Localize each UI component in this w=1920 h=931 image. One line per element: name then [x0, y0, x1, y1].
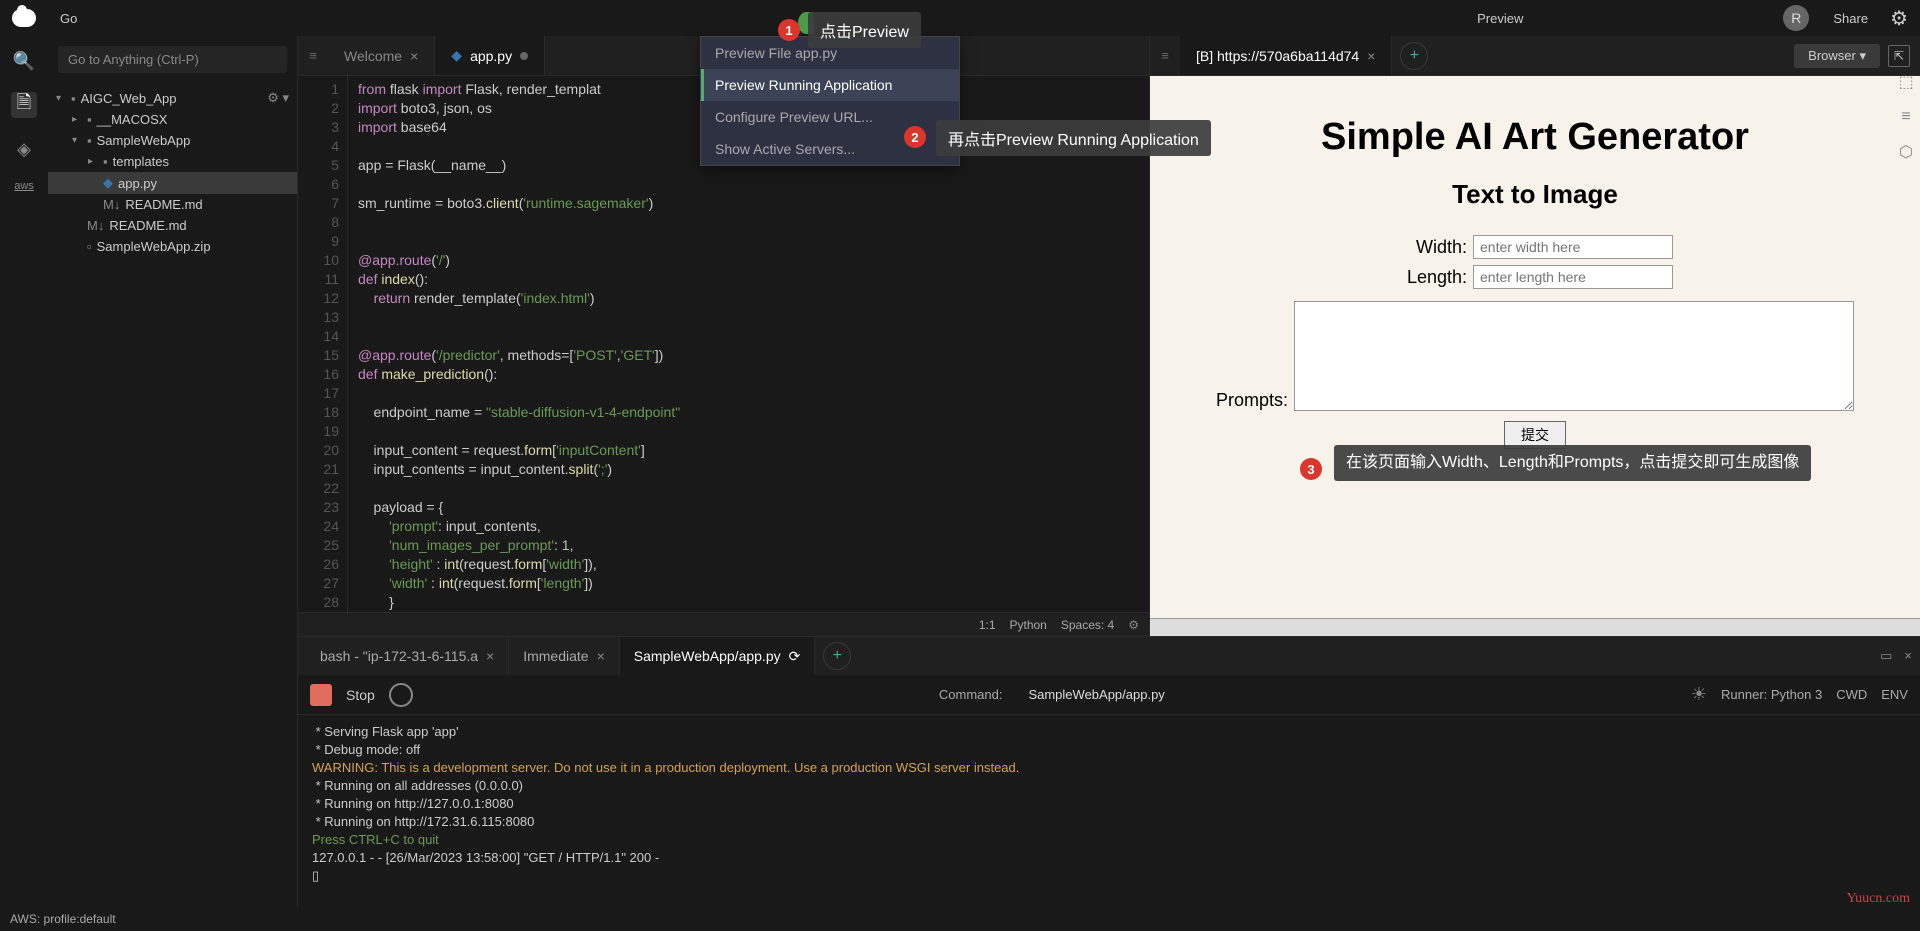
reload-icon[interactable] — [389, 683, 413, 707]
tree-zip[interactable]: ▫SampleWebApp.zip — [48, 236, 297, 257]
terminal-toolbar: Stop Command: SampleWebApp/app.py ☀ Runn… — [298, 675, 1920, 715]
term-tab-app[interactable]: SampleWebApp/app.py⟳ — [620, 637, 816, 675]
tree-templates[interactable]: ▸▪templates — [48, 151, 297, 172]
tab-welcome[interactable]: Welcome× — [328, 36, 435, 75]
new-terminal-button[interactable]: + — [823, 642, 851, 670]
preview-subheading: Text to Image — [1170, 179, 1900, 210]
spinner-icon: ⟳ — [789, 648, 801, 665]
sidebar: Go to Anything (Ctrl-P) ▾▪AIGC_Web_App⚙ … — [48, 36, 298, 907]
modified-icon — [520, 52, 528, 60]
cloud9-logo-icon[interactable] — [12, 9, 36, 27]
tree-readme2[interactable]: M↓README.md — [48, 215, 297, 236]
annotation-2-badge: 2 — [904, 126, 926, 148]
right-rail: ⬚ ≡ ⬡ — [1892, 64, 1920, 162]
annotation-3: 在该页面输入Width、Length和Prompts，点击提交即可生成图像 — [1334, 445, 1811, 481]
language-mode[interactable]: Python — [1010, 618, 1047, 632]
menu-go[interactable]: Go — [48, 5, 118, 32]
annotation-3-badge: 3 — [1300, 458, 1322, 480]
annotation-1: 1 点击Preview — [778, 12, 921, 48]
source-icon[interactable]: ◈ — [11, 136, 37, 162]
preview-pane: Simple AI Art Generator Text to Image Wi… — [1150, 76, 1920, 618]
outline-icon[interactable]: ≡ — [1901, 108, 1910, 126]
tab-list-icon[interactable]: ≡ — [298, 48, 328, 63]
cwd-button[interactable]: CWD — [1836, 687, 1867, 702]
debug-icon[interactable]: ⬡ — [1899, 142, 1913, 162]
tab-list-icon[interactable]: ≡ — [1150, 48, 1180, 63]
tree-apppy[interactable]: ◆app.py — [48, 172, 297, 194]
terminal-tabs: bash - "ip-172-31-6-115.a× Immediate× Sa… — [298, 637, 1920, 675]
menubar: FileEditFindViewGoRunToolsWindowSupport … — [0, 0, 1920, 36]
width-label: Width: — [1397, 237, 1467, 258]
editor-statusbar: 1:1 Python Spaces: 4 ⚙ — [298, 612, 1149, 636]
share-button[interactable]: Share — [1821, 5, 1880, 32]
tree-macosx[interactable]: ▸▪__MACOSX — [48, 109, 297, 130]
horizontal-scrollbar[interactable] — [1150, 618, 1920, 636]
bug-icon[interactable]: ☀ — [1691, 684, 1707, 705]
preview-menu[interactable]: Preview — [1463, 5, 1537, 32]
gear-icon[interactable]: ⚙ — [1890, 6, 1908, 31]
tree-samplewebapp[interactable]: ▾▪SampleWebApp — [48, 130, 297, 151]
dropdown-preview-running[interactable]: Preview Running Application — [701, 69, 959, 101]
goto-anything-input[interactable]: Go to Anything (Ctrl-P) — [58, 46, 287, 73]
term-tab-immediate[interactable]: Immediate× — [509, 637, 620, 675]
width-input[interactable] — [1473, 235, 1673, 259]
file-tree: ▾▪AIGC_Web_App⚙ ▾ ▸▪__MACOSX ▾▪SampleWeb… — [48, 83, 297, 261]
bottom-statusbar: AWS: profile:default — [0, 907, 1920, 931]
length-label: Length: — [1397, 267, 1467, 288]
browser-button[interactable]: Browser ▾ — [1794, 44, 1880, 68]
length-input[interactable] — [1473, 265, 1673, 289]
cursor-position: 1:1 — [979, 618, 996, 632]
aws-icon[interactable]: aws — [14, 180, 34, 192]
preview-tabs: ≡ [B] https://570a6ba114d74× + Browser ▾… — [1150, 36, 1920, 76]
annotation-2: 再点击Preview Running Application — [936, 120, 1211, 156]
aws-profile[interactable]: AWS: profile:default — [10, 912, 116, 926]
prompts-textarea[interactable] — [1294, 301, 1854, 411]
prompts-label: Prompts: — [1216, 390, 1288, 411]
tab-apppy[interactable]: ◆app.py — [435, 36, 545, 75]
close-icon[interactable]: × — [410, 48, 418, 64]
tree-root[interactable]: ▾▪AIGC_Web_App⚙ ▾ — [48, 87, 297, 109]
terminal-panel: bash - "ip-172-31-6-115.a× Immediate× Sa… — [298, 636, 1920, 907]
collaborate-icon[interactable]: ⬚ — [1898, 72, 1913, 92]
spaces-setting[interactable]: Spaces: 4 — [1061, 618, 1114, 632]
tab-browser[interactable]: [B] https://570a6ba114d74× — [1180, 36, 1392, 75]
maximize-icon[interactable]: ▭ — [1880, 648, 1892, 664]
runner-label[interactable]: Runner: Python 3 — [1721, 687, 1822, 702]
close-icon[interactable]: × — [1367, 48, 1375, 64]
env-button[interactable]: ENV — [1881, 687, 1908, 702]
close-panel-icon[interactable]: × — [1904, 648, 1912, 664]
terminal-output[interactable]: * Serving Flask app 'app' * Debug mode: … — [298, 715, 1920, 907]
watermark: Yuucn.com — [1847, 891, 1910, 907]
gear-icon[interactable]: ⚙ — [1128, 618, 1139, 632]
tree-readme1[interactable]: M↓README.md — [48, 194, 297, 215]
preview-heading: Simple AI Art Generator — [1170, 116, 1900, 159]
command-value[interactable]: SampleWebApp/app.py — [1028, 687, 1164, 702]
new-tab-button[interactable]: + — [1400, 42, 1428, 70]
search-icon[interactable]: 🔍 — [11, 48, 37, 74]
command-label: Command: — [939, 687, 1003, 702]
activity-bar: 🔍 🗎 ◈ aws — [0, 36, 48, 907]
files-icon[interactable]: 🗎 — [11, 92, 37, 118]
stop-button[interactable] — [310, 684, 332, 706]
user-avatar[interactable]: R — [1783, 5, 1809, 31]
term-tab-bash[interactable]: bash - "ip-172-31-6-115.a× — [306, 637, 509, 675]
stop-label: Stop — [346, 687, 375, 703]
